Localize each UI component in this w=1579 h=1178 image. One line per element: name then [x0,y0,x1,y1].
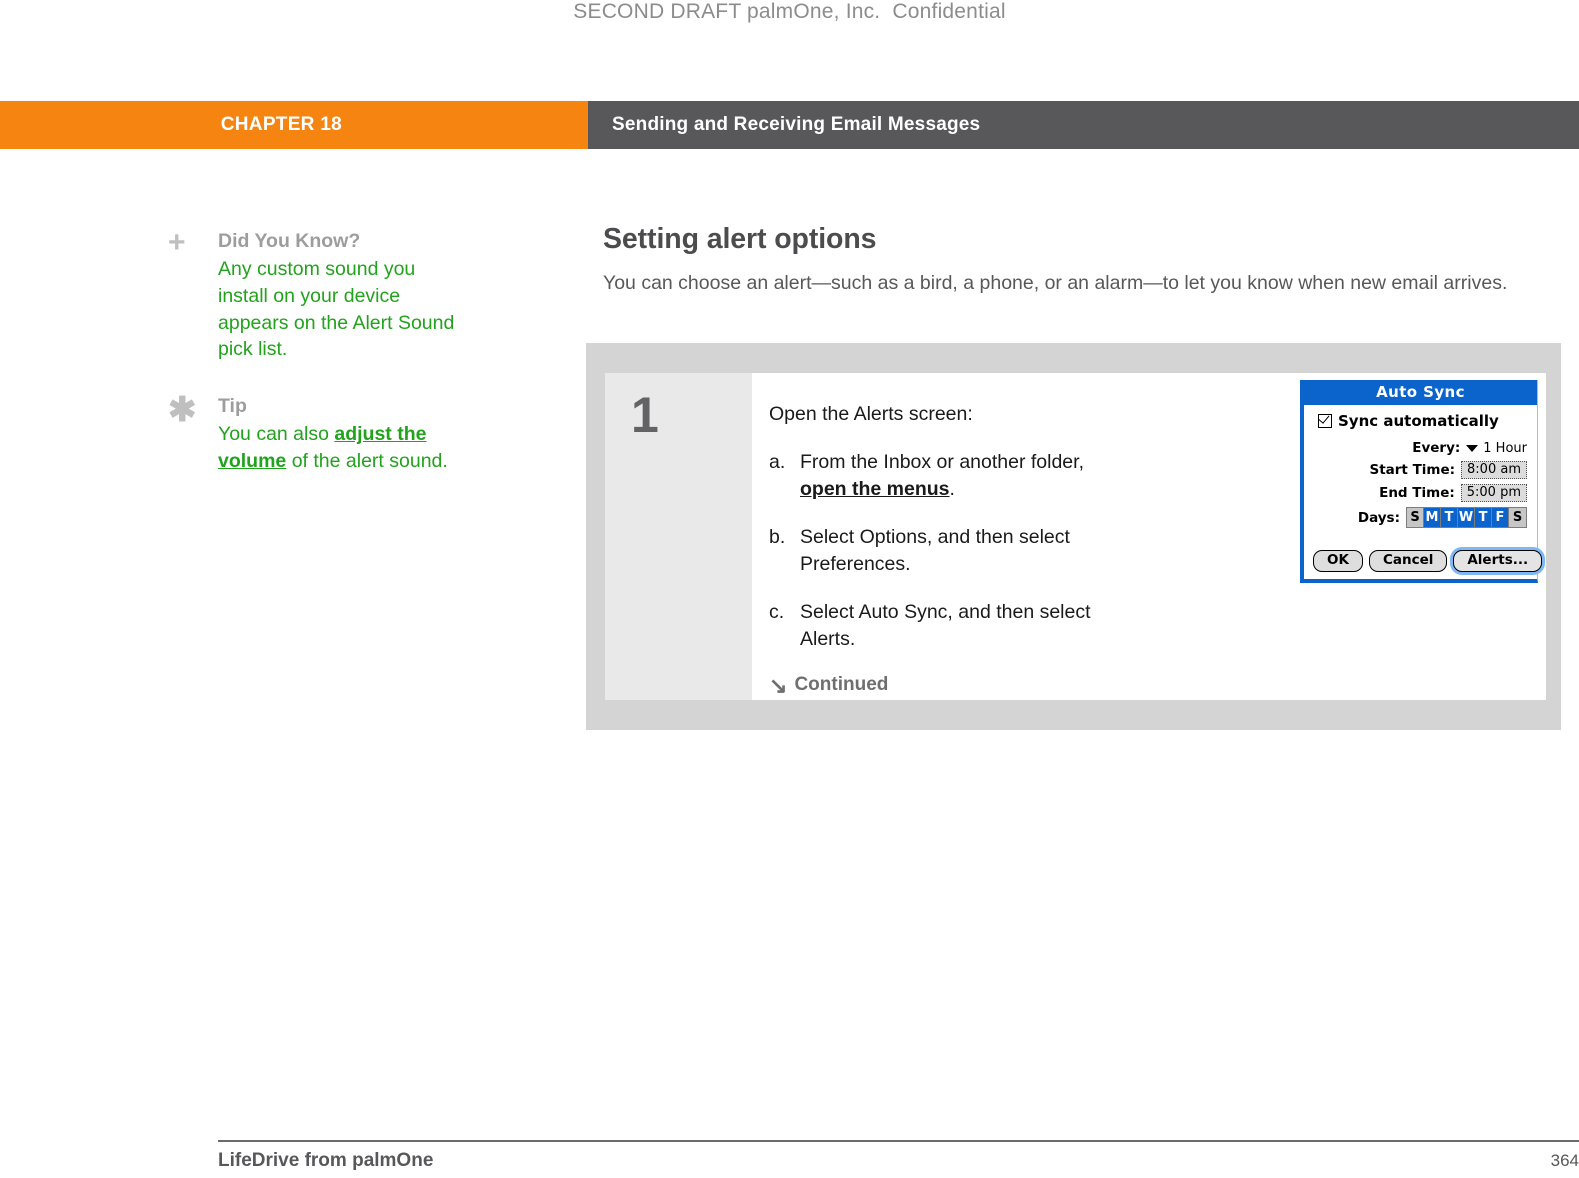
note-text-before: You can also [218,423,335,446]
note-tip: ✱ Tip You can also adjust the volume of … [168,393,468,475]
note-did-you-know: + Did You Know? Any custom sound you ins… [168,228,468,363]
page-title: Setting alert options [603,223,877,255]
end-time-row: End Time: 5:00 pm [1312,484,1527,502]
day-toggle-tuesday[interactable]: T [1441,508,1458,527]
continued-indicator: ↘ Continued [769,674,1546,696]
day-toggle-monday[interactable]: M [1424,508,1441,527]
footer-page-number: 364 [1550,1151,1579,1170]
days-row: Days: S M T W T F S [1312,507,1527,528]
footer-divider [218,1140,1579,1142]
ok-button[interactable]: OK [1313,550,1363,572]
day-toggle-wednesday[interactable]: W [1458,508,1475,527]
substep-marker: a. [769,451,786,473]
chapter-header-bar: CHAPTER 18 Sending and Receiving Email M… [0,101,1579,149]
substep-text: Select Auto Sync, and then select Alerts… [800,601,1091,650]
page-footer: LifeDrive from palmOne 364 [218,1150,1579,1172]
open-the-menus-link[interactable]: open the menus [800,478,950,500]
note-body: Any custom sound you install on your dev… [218,258,455,361]
dialog-title-bar: Auto Sync [1304,380,1537,405]
plus-icon: + [168,226,186,259]
day-toggle-friday[interactable]: F [1492,508,1509,527]
dialog-body: Sync automatically Every: 1 Hour Start T… [1304,405,1537,539]
day-toggle-saturday[interactable]: S [1509,508,1526,527]
start-time-label: Start Time: [1369,462,1456,478]
every-label: Every: [1412,440,1461,456]
step-content: Open the Alerts screen: a. From the Inbo… [752,373,1546,700]
arrow-down-right-icon: ↘ [769,672,788,698]
substep-c: c. Select Auto Sync, and then select Ale… [769,599,1546,652]
substep-text: From the Inbox or another folder, open t… [800,449,1100,502]
sync-automatically-label: Sync automatically [1338,412,1499,430]
substep-marker: c. [769,601,785,623]
days-label: Days: [1357,509,1400,526]
substep-marker: b. [769,526,786,548]
note-body: You can also adjust the volume of the al… [218,421,468,475]
sidebar-notes: + Did You Know? Any custom sound you ins… [168,228,468,505]
cancel-button[interactable]: Cancel [1368,550,1448,572]
start-time-row: Start Time: 8:00 am [1312,461,1527,479]
auto-sync-dialog-screenshot: Auto Sync Sync automatically Every: 1 Ho… [1300,380,1543,583]
sync-automatically-checkbox-row[interactable]: Sync automatically [1312,412,1527,430]
end-time-label: End Time: [1379,485,1455,501]
checkbox-checked-icon[interactable] [1318,414,1332,428]
every-value[interactable]: 1 Hour [1483,441,1527,456]
alerts-button[interactable]: Alerts... [1453,550,1543,572]
note-text-after: of the alert sound. [286,449,448,472]
chapter-number-block: CHAPTER 18 [0,101,588,149]
chapter-title-block: Sending and Receiving Email Messages [588,101,1579,149]
step-number: 1 [631,387,659,443]
main-content: Setting alert options You can choose an … [603,222,1547,297]
footer-product-name: LifeDrive from palmOne [218,1150,434,1171]
note-heading: Tip [218,395,247,418]
start-time-field[interactable]: 8:00 am [1461,461,1527,479]
substep-text-after: . [949,477,955,500]
intro-paragraph: You can choose an alert—such as a bird, … [603,272,1508,294]
chevron-down-icon[interactable] [1466,444,1479,452]
chapter-title-label: Sending and Receiving Email Messages [612,114,981,135]
asterisk-icon: ✱ [168,391,197,430]
substep-text: Select Options, and then select Preferen… [800,526,1070,575]
days-selector[interactable]: S M T W T F S [1406,507,1527,528]
continued-label: Continued [794,674,889,695]
note-heading: Did You Know? [218,230,361,252]
step-panel-frame: 1 Open the Alerts screen: a. From the In… [586,343,1561,730]
step-number-column: 1 [605,373,752,700]
day-toggle-thursday[interactable]: T [1475,508,1492,527]
chapter-number-label: CHAPTER 18 [220,114,342,135]
every-row: Every: 1 Hour [1312,440,1527,456]
draft-notice: SECOND DRAFT palmOne, Inc. Confidential [573,0,1006,23]
substep-text-before: From the Inbox or another folder, [800,451,1084,473]
dialog-button-row: OK Cancel Alerts... [1304,539,1543,579]
end-time-field[interactable]: 5:00 pm [1460,484,1527,502]
day-toggle-sunday[interactable]: S [1407,508,1424,527]
step-panel: 1 Open the Alerts screen: a. From the In… [605,373,1546,700]
